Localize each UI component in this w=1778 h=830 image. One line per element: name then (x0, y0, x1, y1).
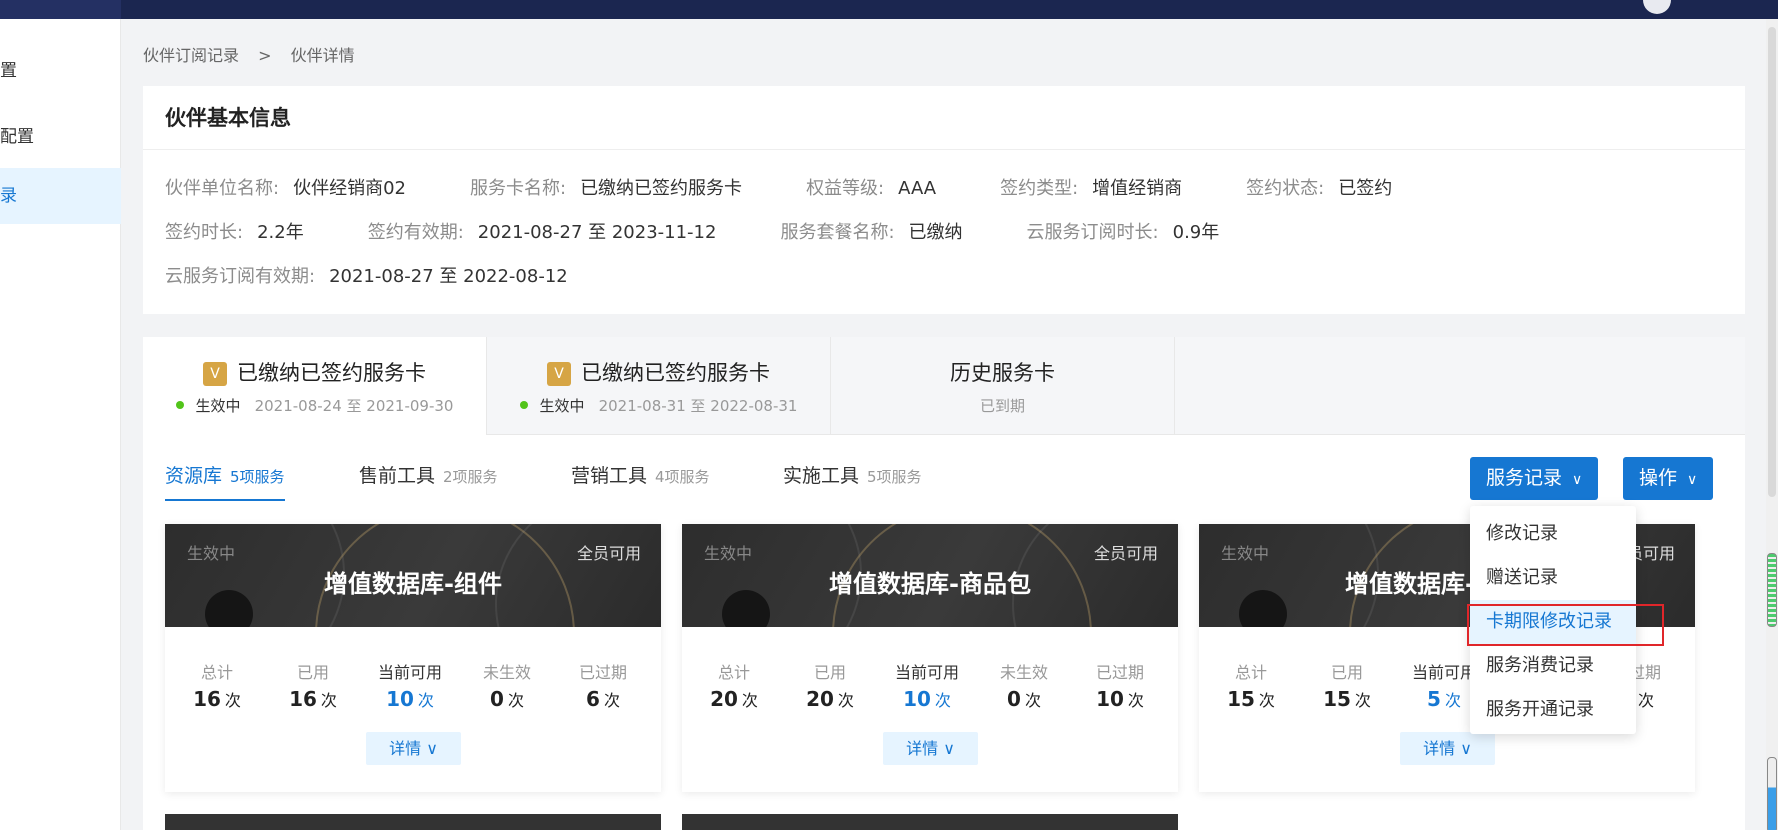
service-card-period: 2021-08-24 至 2021-09-30 (254, 397, 454, 415)
breadcrumb-separator: > (258, 46, 272, 65)
stat-inactive: 未生效0次 (999, 663, 1048, 711)
avatar[interactable] (1643, 0, 1671, 14)
info-field: 伙伴单位名称: 伙伴经销商02 (165, 178, 406, 199)
info-field: 签约状态: 已签约 (1246, 178, 1393, 199)
floating-tool-icon[interactable] (1767, 553, 1777, 627)
info-field: 签约类型: 增值经销商 (1000, 178, 1183, 199)
service-card-tab-1[interactable]: V 已缴纳已签约服务卡 生效中 2021-08-24 至 2021-09-30 (143, 337, 487, 435)
service-records-button[interactable]: 服务记录 ∨ (1470, 457, 1599, 500)
service-card-partial (682, 814, 1178, 830)
info-row-1: 伙伴单位名称: 伙伴经销商02 服务卡名称: 已缴纳已签约服务卡 权益等级: AAA 签约类… (165, 174, 1456, 200)
stat-used: 已用 20 次 (806, 663, 854, 711)
service-name: 增值数据库-组件 (324, 570, 502, 598)
category-tab-presales[interactable]: 售前工具 2项服务 (359, 461, 498, 501)
stat-used: 已用 16 次 (289, 663, 337, 711)
service-scope: 全员可用 (1093, 544, 1158, 563)
vip-badge-icon: V (203, 362, 227, 386)
info-row-2: 签约时长: 2.2年 签约有效期: 2021-08-27 至 2023-11-12 服务… (165, 218, 1283, 244)
service-card: 生效中 全员可用 增值数据库-商品包 总计 20 次 已用 20 次 当前可用 10 次 未… (682, 524, 1178, 792)
scrollbar-thumb[interactable] (1768, 27, 1776, 497)
stat-total: 总计 20 次 (710, 663, 758, 711)
service-card-period: 2021-08-31 至 2022-08-31 (598, 397, 798, 415)
service-card-tab-title: 已缴纳已签约服务卡 (581, 361, 770, 385)
category-tab-marketing[interactable]: 营销工具 4项服务 (571, 461, 710, 501)
partner-info-panel: 伙伴基本信息 伙伴单位名称: 伙伴经销商02 服务卡名称: 已缴纳已签约服务卡 权益等级… (143, 86, 1745, 314)
info-field: 权益等级: AAA (806, 178, 937, 199)
chevron-down-icon: ∨ (943, 739, 955, 758)
stat-expired: 已过期 10 次 (1095, 663, 1144, 711)
service-card-status: 生效中 (195, 397, 241, 415)
service-card-tab-title: 已缴纳已签约服务卡 (237, 361, 426, 385)
menu-item-service-consumption-records[interactable]: 服务消费记录 (1470, 644, 1636, 688)
floating-tool-icon[interactable] (1767, 757, 1777, 830)
chevron-down-icon: ∨ (1460, 739, 1472, 758)
info-field: 签约有效期: 2021-08-27 至 2023-11-12 (367, 222, 717, 243)
stat-inactive: 未生效0次 (482, 663, 531, 711)
info-field: 签约时长: 2.2年 (165, 222, 304, 243)
chevron-down-icon: ∨ (1687, 472, 1698, 488)
service-card-tab-history[interactable]: 历史服务卡 已到期 (831, 337, 1175, 435)
info-field: 服务套餐名称: 已缴纳 (780, 222, 963, 243)
stat-total: 总计 16 次 (193, 663, 241, 711)
service-card-status: 生效中 (539, 397, 585, 415)
sidebar-item-config[interactable]: 置 (0, 43, 121, 99)
actions-button[interactable]: 操作 ∨ (1623, 457, 1714, 500)
top-navbar (0, 0, 1778, 19)
menu-item-gift-records[interactable]: 赠送记录 (1470, 556, 1636, 600)
service-scope: 全员可用 (576, 544, 641, 563)
active-status-dot-icon (519, 401, 528, 409)
service-status: 生效中 (187, 544, 236, 563)
info-field: 服务卡名称: 已缴纳已签约服务卡 (469, 178, 743, 199)
breadcrumb: 伙伴订阅记录 > 伙伴详情 (143, 42, 369, 66)
stat-expired: 已过期 6 次 (578, 663, 627, 711)
menu-item-service-activation-records[interactable]: 服务开通记录 (1470, 688, 1636, 732)
category-tab-implementation[interactable]: 实施工具 5项服务 (783, 461, 922, 501)
menu-item-modify-records[interactable]: 修改记录 (1470, 512, 1636, 556)
chevron-down-icon: ∨ (426, 739, 438, 758)
page-scrollbar[interactable] (1766, 19, 1778, 830)
service-card: 生效中 全员可用 增值数据库-组件 总计 16 次 已用 16 次 当前可用 10 次 未生… (165, 524, 661, 792)
service-card-partial (165, 814, 661, 830)
breadcrumb-link-subscriptions[interactable]: 伙伴订阅记录 (143, 46, 239, 65)
info-row-3: 云服务订阅有效期: 2021-08-27 至 2022-08-12 (165, 262, 632, 288)
partner-info-title: 伙伴基本信息 (143, 86, 1745, 150)
sidebar-item-records[interactable]: 录 (0, 168, 121, 224)
stat-available: 当前可用 10 次 (377, 663, 442, 711)
stat-used: 已用 15 次 (1323, 663, 1371, 711)
info-field: 云服务订阅有效期: 2021-08-27 至 2022-08-12 (165, 266, 568, 287)
chevron-down-icon: ∨ (1572, 472, 1583, 488)
stat-total: 总计 15 次 (1227, 663, 1275, 711)
detail-button[interactable]: 详情 ∨ (883, 732, 978, 765)
service-card-header: 生效中 全员可用 增值数据库-商品包 (682, 524, 1178, 627)
highlight-annotation-box (1467, 604, 1664, 646)
sidebar: 置 配置 录 (0, 19, 121, 830)
info-field: 云服务订阅时长: 0.9年 (1026, 222, 1220, 243)
category-tab-resources[interactable]: 资源库 5项服务 (165, 461, 285, 501)
service-name: 增值数据库-商品包 (829, 570, 1031, 598)
service-card-tab-subtitle: 已到期 (979, 397, 1025, 415)
service-card-tab-2[interactable]: V 已缴纳已签约服务卡 生效中 2021-08-31 至 2022-08-31 (487, 337, 831, 435)
service-status: 生效中 (1221, 544, 1270, 563)
sidebar-item-settings[interactable]: 配置 (0, 109, 121, 165)
logo-area (0, 0, 121, 19)
tab-bar-filler (1175, 337, 1745, 435)
detail-button[interactable]: 详情 ∨ (1400, 732, 1495, 765)
stat-available: 当前可用 10 次 (894, 663, 959, 711)
service-card-tab-title: 历史服务卡 (950, 361, 1055, 385)
breadcrumb-current: 伙伴详情 (290, 46, 355, 65)
detail-button[interactable]: 详情 ∨ (366, 732, 461, 765)
active-status-dot-icon (175, 401, 184, 409)
vip-badge-icon: V (547, 362, 571, 386)
service-card-header: 生效中 全员可用 增值数据库-组件 (165, 524, 661, 627)
service-status: 生效中 (704, 544, 753, 563)
